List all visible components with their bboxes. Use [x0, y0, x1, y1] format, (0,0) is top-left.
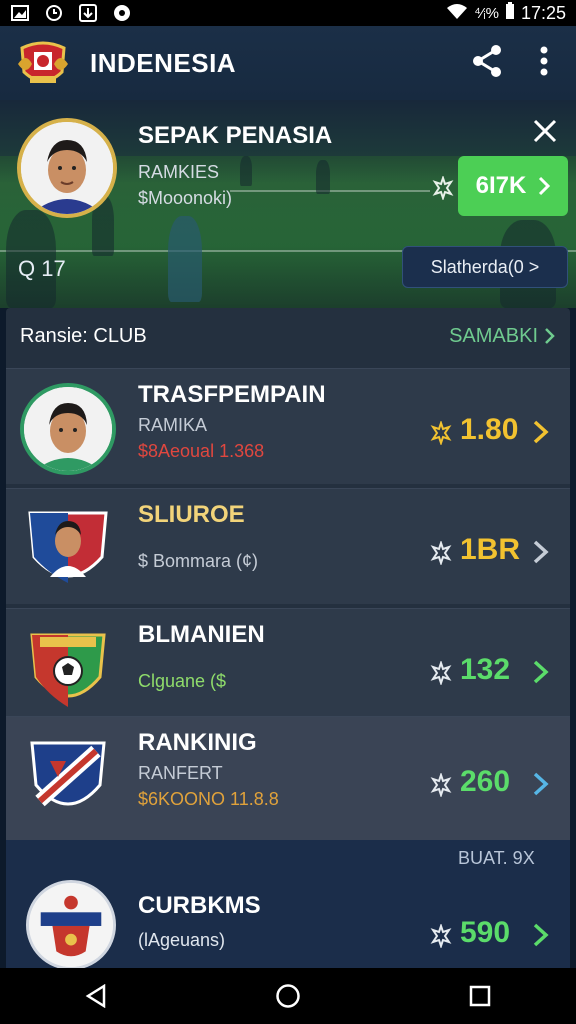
system-nav-bar — [0, 968, 576, 1024]
chevron-right-icon — [532, 659, 550, 685]
chevron-right-icon — [532, 922, 550, 948]
row-value: 260 — [460, 765, 511, 798]
coin-icon — [430, 922, 452, 950]
hero-q-label: Q 17 — [18, 256, 66, 281]
club-list-panel: Ransie: CLUB SAMABKI TRASFPEMPAIN RAMIKA… — [6, 308, 570, 970]
gallery-icon — [10, 4, 30, 22]
more-options-button[interactable] — [540, 46, 548, 81]
recents-button[interactable] — [460, 976, 500, 1016]
alarm-icon — [44, 4, 64, 22]
player-figure — [168, 216, 202, 302]
row-title: SLIUROE — [138, 501, 245, 528]
chevron-right-icon — [532, 539, 550, 565]
row-subtitle: RAMIKA — [138, 415, 208, 435]
player-figure — [240, 156, 252, 186]
row-detail: $6KOONO 11.8.8 — [138, 789, 279, 809]
hero-banner: SEPAK PENASIA RAMKIES $Mooonoki) 6I7K Q … — [0, 100, 576, 308]
panel-header: Ransie: CLUB SAMABKI — [6, 308, 570, 364]
row-subtitle: RANFERT — [138, 763, 223, 783]
home-circle-icon — [276, 984, 300, 1008]
see-all-label: SAMABKI — [449, 324, 538, 347]
app-title: INDENESIA — [90, 47, 237, 78]
list-item[interactable]: TRASFPEMPAIN RAMIKA $8Aeoual 1.368 1.80 — [6, 368, 570, 484]
see-all-link[interactable]: SAMABKI — [449, 325, 556, 348]
more-vert-icon — [540, 46, 548, 75]
row-detail: $8Aeoual 1.368 — [138, 441, 265, 461]
share-button[interactable] — [472, 44, 504, 83]
chevron-right-icon — [545, 328, 555, 344]
chevron-right-icon — [532, 771, 550, 797]
featured-player-avatar[interactable] — [17, 118, 117, 218]
coin-icon — [430, 419, 452, 447]
hero-subtitle: RAMKIES — [138, 162, 220, 182]
home-button[interactable] — [268, 976, 308, 1016]
row-detail: Clguane ($ — [138, 671, 227, 691]
close-icon — [533, 119, 557, 143]
club-crest-icon — [26, 880, 116, 970]
hero-title: SEPAK PENASIA — [138, 122, 333, 149]
row-detail: $ Bommara (¢) — [138, 551, 259, 571]
row-subtitle: (lAgeuans) — [138, 930, 226, 950]
status-bar: ⁴⁄ᵢ% 17:25 — [0, 0, 576, 26]
app-bar: INDENESIA — [0, 26, 576, 100]
player-avatar — [20, 383, 116, 475]
sync-icon — [112, 4, 132, 22]
coin-icon — [432, 174, 454, 202]
list-item[interactable]: RANKINIG RANFERT $6KOONO 11.8.8 260 — [6, 716, 570, 840]
hero-score-value: 6I7K — [475, 172, 527, 199]
hero-score-button[interactable]: 6I7K — [458, 156, 568, 216]
club-crest-icon — [20, 731, 116, 823]
coin-icon — [430, 539, 452, 567]
panel-header-label: Ransie: CLUB — [20, 324, 147, 347]
club-crest-icon — [20, 623, 116, 715]
row-title: RANKINIG — [138, 729, 257, 756]
pitch-line — [230, 190, 430, 192]
wifi-icon — [446, 3, 468, 24]
row-value: 590 — [460, 916, 511, 949]
back-triangle-icon — [85, 984, 106, 1008]
clock: 17:25 — [520, 2, 566, 23]
row-title: BLMANIEN — [138, 621, 265, 648]
coin-icon — [430, 771, 452, 799]
download-icon — [78, 4, 98, 22]
list-item[interactable]: BLMANIEN Clguane ($ 132 — [6, 608, 570, 724]
coin-icon — [430, 659, 452, 687]
hero-subtitle-value: $Mooonoki) — [138, 188, 233, 208]
row-value: 1BR — [460, 533, 521, 566]
recents-square-icon — [469, 985, 491, 1007]
club-crest-icon — [20, 503, 116, 595]
row-value: 132 — [460, 653, 511, 686]
row-value: 1.80 — [460, 413, 519, 446]
battery-icon — [505, 1, 515, 25]
row-title: TRASFPEMPAIN — [138, 381, 326, 408]
chevron-right-icon — [532, 419, 550, 445]
share-icon — [473, 44, 501, 77]
row-title: CURBKMS — [138, 892, 261, 919]
list-item[interactable]: SLIUROE $ Bommara (¢) 1BR — [6, 488, 570, 604]
chevron-right-icon — [539, 176, 551, 196]
player-figure — [316, 160, 330, 194]
close-button[interactable] — [530, 116, 560, 146]
standings-button[interactable]: Slatherda(0 > — [402, 246, 568, 288]
team-logo-icon — [14, 34, 72, 92]
back-button[interactable] — [76, 976, 116, 1016]
signal-text: ⁴⁄ᵢ% — [474, 4, 499, 22]
row-tag: BUAT. 9X — [458, 848, 535, 868]
list-item[interactable]: BUAT. 9X CURBKMS (lAgeuans) 590 — [6, 840, 570, 970]
